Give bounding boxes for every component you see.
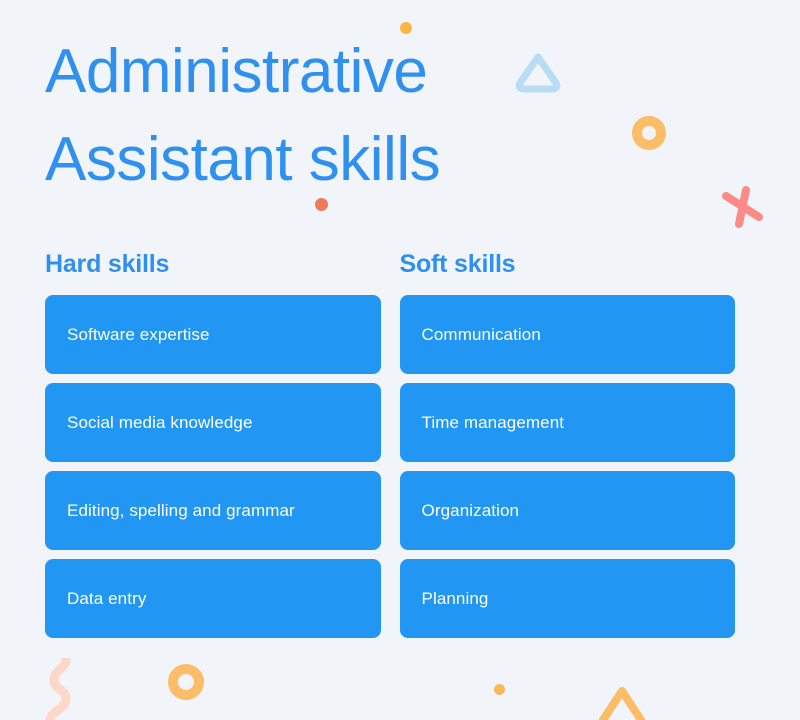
amber-triangle-icon (598, 687, 646, 720)
page-title-line-1: Administrative (45, 37, 428, 106)
hard-skills-list: Software expertise Social media knowledg… (45, 295, 381, 638)
skill-card[interactable]: Communication (399, 295, 735, 374)
skill-card-label: Organization (421, 500, 520, 520)
skill-card[interactable]: Social media knowledge (45, 383, 381, 462)
column-soft-skills: Soft skills Communication Time managemen… (399, 248, 735, 638)
skill-card[interactable]: Data entry (45, 559, 381, 638)
skill-card[interactable]: Organization (399, 471, 735, 550)
skill-card[interactable]: Software expertise (45, 295, 381, 374)
skill-card-label: Social media knowledge (67, 412, 253, 432)
skill-card-label: Time management (421, 412, 565, 432)
amber-dot-bottom-icon (494, 684, 505, 695)
pink-squiggle-icon (45, 658, 71, 720)
skill-card-label: Data entry (67, 588, 147, 608)
soft-skills-list: Communication Time management Organizati… (399, 295, 735, 638)
skill-card[interactable]: Time management (399, 383, 735, 462)
skills-columns: Hard skills Software expertise Social me… (45, 248, 735, 638)
column-heading-soft-skills: Soft skills (399, 250, 516, 278)
skill-card-label: Editing, spelling and grammar (67, 500, 295, 520)
page-title: Administrative Assistant skills (45, 28, 565, 204)
amber-ring-bottom-icon (168, 664, 204, 700)
skill-card[interactable]: Planning (399, 559, 735, 638)
column-heading-hard-skills: Hard skills (45, 250, 170, 278)
pink-cross-icon (722, 186, 763, 228)
infographic-canvas: Administrative Assistant skills Hard ski… (0, 0, 800, 720)
skill-card[interactable]: Editing, spelling and grammar (45, 471, 381, 550)
skill-card-label: Software expertise (67, 324, 210, 344)
skill-card-label: Planning (421, 588, 489, 608)
page-title-line-2: Assistant skills (45, 125, 441, 194)
amber-ring-icon (632, 116, 666, 150)
column-hard-skills: Hard skills Software expertise Social me… (45, 248, 381, 638)
skill-card-label: Communication (421, 324, 541, 344)
